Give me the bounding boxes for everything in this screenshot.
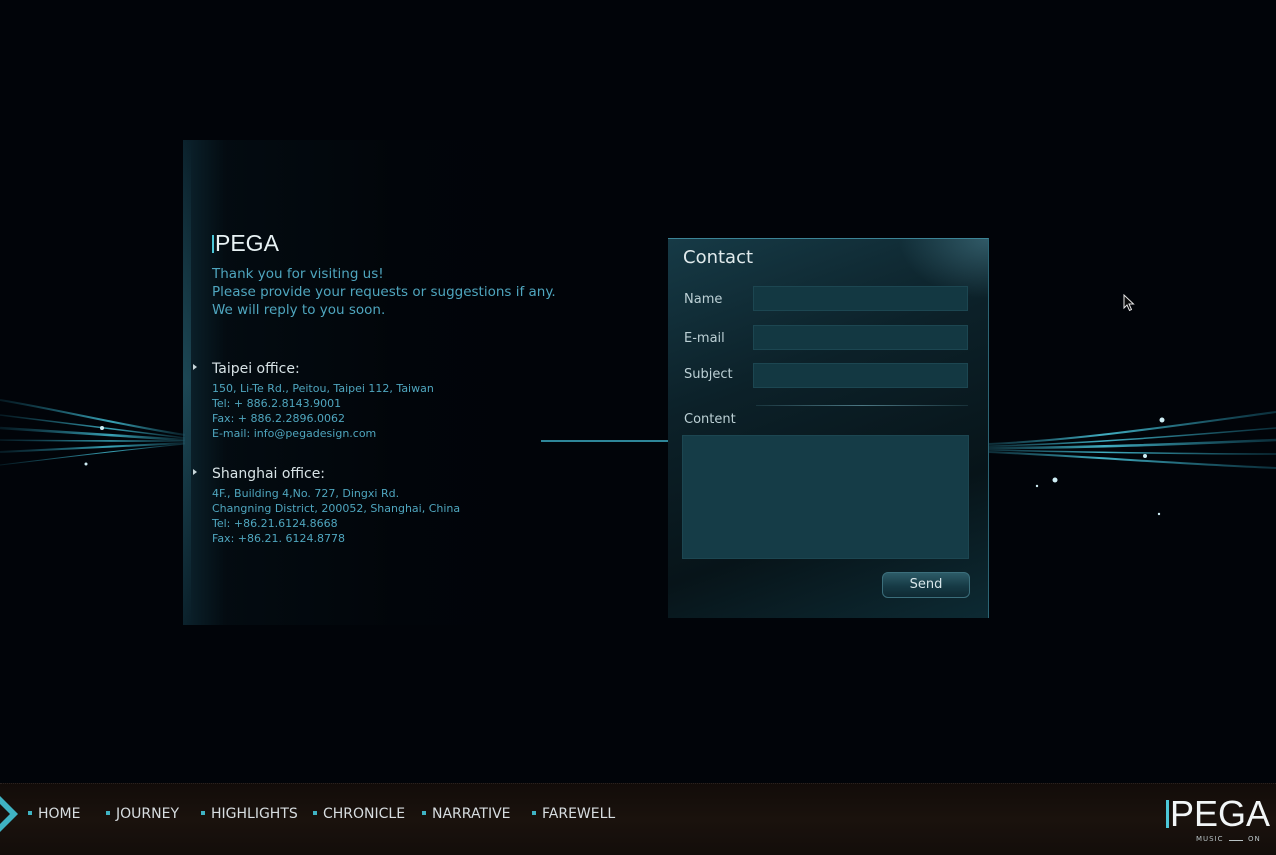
nav-label: NARRATIVE [432, 806, 511, 822]
content-label: Content [684, 412, 736, 427]
nav-item-home[interactable]: HOME [28, 806, 80, 822]
sound-bars-icon [1228, 835, 1243, 841]
nav-label: JOURNEY [116, 806, 179, 822]
nav-item-narrative[interactable]: NARRATIVE [422, 806, 511, 822]
office-title: Taipei office: [212, 361, 300, 377]
logo-text: PEGA [1170, 793, 1271, 834]
nav-item-journey[interactable]: JOURNEY [106, 806, 179, 822]
nav-dot [106, 811, 110, 815]
nav-item-chronicle[interactable]: CHRONICLE [313, 806, 405, 822]
intro-line-2: Please provide your requests or suggesti… [212, 284, 556, 300]
nav-dot [28, 811, 32, 815]
nav-item-highlights[interactable]: HIGHLIGHTS [201, 806, 298, 822]
intro-line-1: Thank you for visiting us! [212, 266, 384, 282]
logo-text: PEGA [215, 230, 279, 256]
contact-title: Contact [683, 247, 754, 268]
nav-dot [532, 811, 536, 815]
nav-dot [201, 811, 205, 815]
logo-accent-bar [212, 235, 214, 253]
office-title: Shanghai office: [212, 466, 326, 482]
content-textarea[interactable] [682, 435, 969, 559]
contact-form: Contact Name E-mail Subject Content Send [668, 238, 989, 618]
nav-label: HIGHLIGHTS [211, 806, 298, 822]
intro-line-3: We will reply to you soon. [212, 302, 386, 318]
intro-text: Thank you for visiting us! Please provid… [212, 265, 556, 319]
nav-label: FAREWELL [542, 806, 616, 822]
office-email[interactable]: E-mail: info@pegadesign.com [212, 426, 434, 441]
nav-label: HOME [38, 806, 81, 822]
nav-item-farewell[interactable]: FAREWELL [532, 806, 615, 822]
form-divider [756, 405, 968, 406]
pega-logo: PEGA [212, 230, 279, 257]
mouse-cursor-icon [1123, 294, 1135, 312]
music-label: MUSIC [1196, 835, 1224, 843]
nav-label: CHRONICLE [323, 806, 406, 822]
office-details: 150, Li-Te Rd., Peitou, Taipei 112, Taiw… [212, 381, 434, 441]
logo-accent-bar [1166, 800, 1169, 828]
office-fax: Fax: + 886.2.2896.0062 [212, 412, 345, 425]
name-label: Name [684, 292, 723, 307]
bullet-arrow-icon [193, 364, 197, 370]
name-field[interactable] [753, 286, 968, 311]
office-details: 4F., Building 4,No. 727, Dingxi Rd. Chan… [212, 486, 460, 546]
bullet-arrow-icon [193, 469, 197, 475]
nav-dot [313, 811, 317, 815]
subject-label: Subject [684, 367, 733, 382]
send-button[interactable]: Send [882, 572, 970, 598]
nav-dot [422, 811, 426, 815]
office-address: 150, Li-Te Rd., Peitou, Taipei 112, Taiw… [212, 382, 434, 395]
email-label: E-mail [684, 331, 725, 346]
office-tel: Tel: + 886.2.8143.9001 [212, 397, 342, 410]
office-address-line-1: 4F., Building 4,No. 727, Dingxi Rd. [212, 487, 400, 500]
office-address-line-2: Changning District, 200052, Shanghai, Ch… [212, 502, 461, 515]
music-state: ON [1248, 835, 1261, 843]
music-toggle[interactable]: MUSIC ON [1196, 835, 1261, 843]
office-fax: Fax: +86.21. 6124.8778 [212, 532, 345, 545]
subject-field[interactable] [753, 363, 968, 388]
pega-footer-logo[interactable]: PEGA [1166, 796, 1270, 832]
bottom-nav: HOME JOURNEY HIGHLIGHTS CHRONICLE NARRAT… [0, 783, 1276, 855]
nav-arrow-icon[interactable] [0, 796, 18, 832]
email-field[interactable] [753, 325, 968, 350]
office-tel: Tel: +86.21.6124.8668 [212, 517, 338, 530]
